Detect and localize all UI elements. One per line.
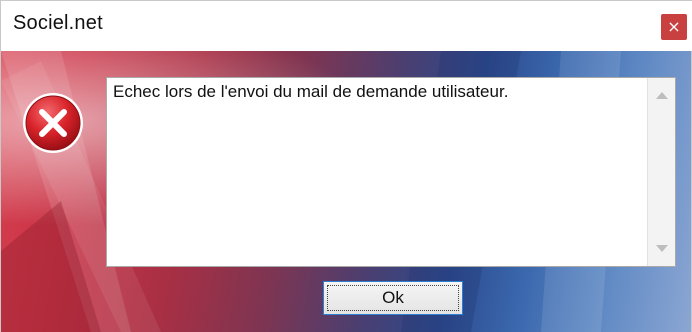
dialog-window: Sociel.net × Echec lors de l'envoi du ma… [0, 0, 692, 332]
window-title: Sociel.net [13, 12, 103, 34]
ok-button[interactable]: Ok [323, 281, 463, 315]
scroll-up-icon[interactable] [656, 92, 668, 99]
vertical-scrollbar[interactable] [647, 78, 675, 266]
error-message: Echec lors de l'envoi du mail de demande… [113, 82, 509, 101]
ok-button-label: Ok [382, 288, 404, 307]
message-textbox[interactable]: Echec lors de l'envoi du mail de demande… [106, 77, 676, 267]
close-button[interactable]: × [661, 14, 687, 40]
scroll-down-icon[interactable] [656, 245, 668, 252]
close-icon: × [667, 17, 681, 36]
error-icon [23, 93, 83, 153]
dialog-body: Echec lors de l'envoi du mail de demande… [1, 51, 691, 332]
title-bar[interactable]: Sociel.net × [1, 1, 692, 51]
